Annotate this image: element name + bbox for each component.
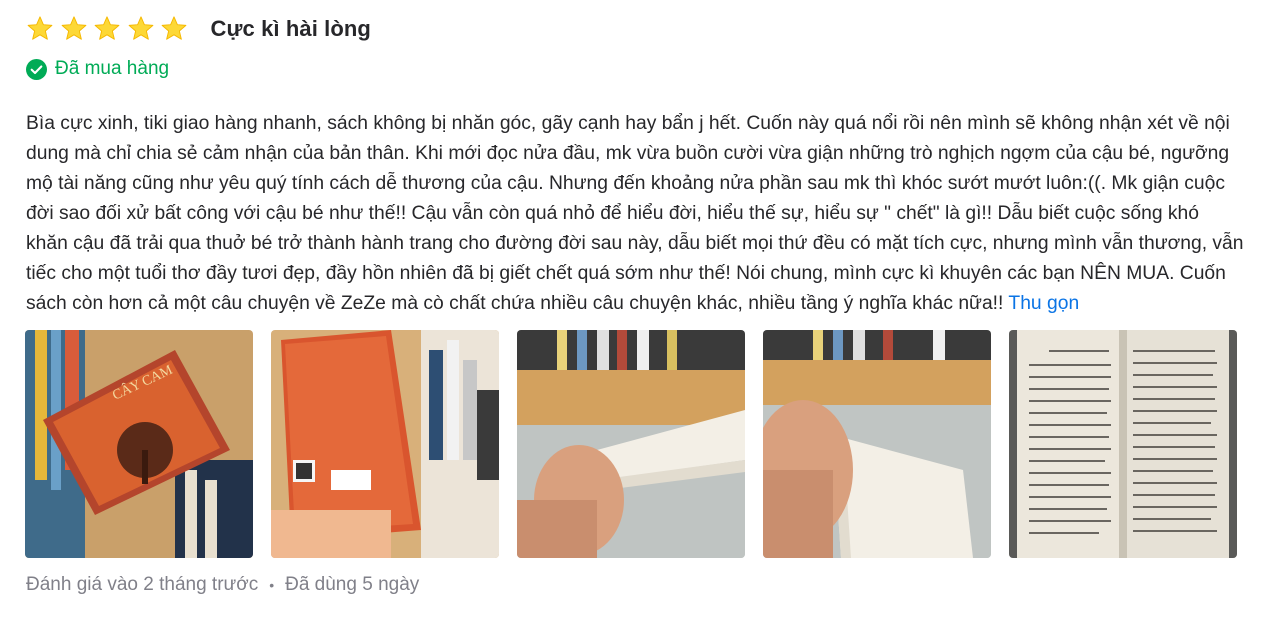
book-spine-photo-icon (517, 330, 745, 558)
meta-separator-dot: • (269, 577, 275, 593)
star-icon (127, 15, 155, 43)
check-circle-icon (26, 58, 47, 80)
book-edge-photo-icon (763, 330, 991, 558)
review-content: Bìa cực xinh, tiki giao hàng nhanh, sách… (26, 109, 1246, 319)
rating-title: Cực kì hài lòng (210, 16, 371, 41)
usage-duration: Đã dùng 5 ngày (285, 574, 420, 595)
star-rating (26, 15, 194, 43)
purchased-badge: Đã mua hàng (26, 57, 169, 81)
review-meta: Đánh giá vào 2 tháng trước • Đã dùng 5 n… (26, 573, 419, 597)
review-text: Bìa cực xinh, tiki giao hàng nhanh, sách… (26, 113, 1244, 314)
review-images: CÂY CAM (25, 330, 1255, 558)
star-icon (160, 15, 188, 43)
star-icon (26, 15, 54, 43)
book-cover-photo-icon: CÂY CAM (25, 330, 253, 558)
review-image-4[interactable] (763, 330, 991, 558)
star-icon (93, 15, 121, 43)
review-item: Cực kì hài lòng Đã mua hàng Bìa cực xinh… (0, 0, 1275, 619)
star-icon (60, 15, 88, 43)
review-image-1[interactable]: CÂY CAM (25, 330, 253, 558)
review-image-5[interactable] (1009, 330, 1237, 558)
review-image-2[interactable] (271, 330, 499, 558)
book-back-photo-icon (271, 330, 499, 558)
collapse-link[interactable]: Thu gọn (1008, 293, 1079, 314)
book-pages-photo-icon (1009, 330, 1237, 558)
purchased-label: Đã mua hàng (55, 58, 170, 79)
review-image-3[interactable] (517, 330, 745, 558)
review-date: Đánh giá vào 2 tháng trước (26, 574, 259, 595)
rating-row: Cực kì hài lòng (26, 13, 371, 45)
